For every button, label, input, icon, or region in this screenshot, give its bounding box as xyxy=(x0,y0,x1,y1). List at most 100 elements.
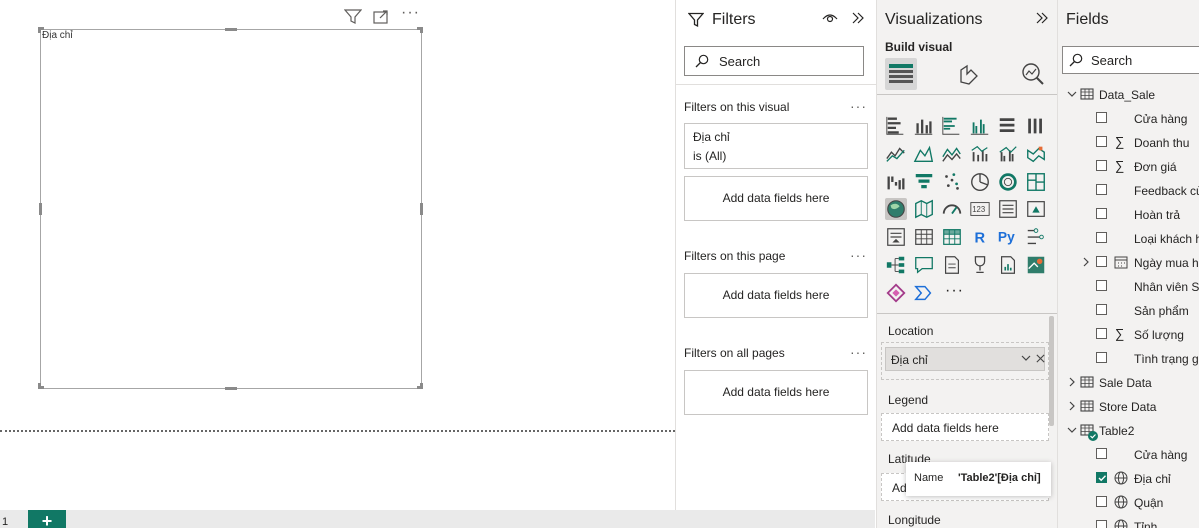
field-checkbox[interactable] xyxy=(1096,472,1107,483)
more-icon[interactable]: ··· xyxy=(850,247,867,263)
field-item-quan[interactable]: Quận xyxy=(1058,490,1199,514)
build-visual-tab[interactable] xyxy=(885,58,917,90)
remove-field-icon[interactable] xyxy=(1035,351,1046,369)
paginated-report-icon[interactable] xyxy=(997,254,1019,276)
location-well[interactable]: Địa chỉ xyxy=(881,342,1049,380)
field-item-cua-hang[interactable]: Cửa hàng xyxy=(1058,106,1199,130)
eye-icon[interactable] xyxy=(822,12,838,30)
field-checkbox[interactable] xyxy=(1096,160,1107,171)
resize-handle-right[interactable] xyxy=(420,203,423,215)
collapse-visualizations-icon[interactable] xyxy=(1035,11,1049,30)
qa-icon[interactable] xyxy=(913,254,935,276)
field-item-cua-hang[interactable]: Cửa hàng xyxy=(1058,442,1199,466)
filled-map-icon[interactable] xyxy=(913,198,935,220)
chevron-down-icon[interactable] xyxy=(1020,351,1032,369)
card-icon[interactable]: 123 xyxy=(969,198,991,220)
funnel-icon[interactable] xyxy=(913,171,935,193)
field-item-hoan-tra[interactable]: Hoàn trả xyxy=(1058,202,1199,226)
field-item-dia-chi[interactable]: Địa chỉ xyxy=(1058,466,1199,490)
key-influencers-icon[interactable] xyxy=(1025,226,1047,248)
azure-map-icon[interactable] xyxy=(1025,254,1047,276)
field-checkbox[interactable] xyxy=(1096,352,1107,363)
field-item-so-luong[interactable]: ∑ Số lượng xyxy=(1058,322,1199,346)
field-item-nhan-vien-sa[interactable]: Nhân viên Sa xyxy=(1058,274,1199,298)
field-checkbox[interactable] xyxy=(1096,184,1107,195)
field-checkbox[interactable] xyxy=(1096,448,1107,459)
add-report-filter-field[interactable]: Add data fields here xyxy=(684,370,868,415)
clustered-bar-icon[interactable] xyxy=(941,115,963,137)
smart-narrative-icon[interactable] xyxy=(941,254,963,276)
filters-search-input[interactable]: Search xyxy=(684,46,864,76)
metrics-icon[interactable] xyxy=(969,254,991,276)
field-checkbox[interactable] xyxy=(1096,208,1107,219)
field-checkbox[interactable] xyxy=(1096,304,1107,315)
field-checkbox[interactable] xyxy=(1096,136,1107,147)
more-icon[interactable]: ··· xyxy=(850,98,867,114)
more-visuals-icon[interactable]: ··· xyxy=(945,282,964,300)
field-item-tinh[interactable]: Tỉnh xyxy=(1058,514,1199,528)
matrix-icon[interactable] xyxy=(941,226,963,248)
chevron-right-icon[interactable] xyxy=(1080,256,1092,271)
decomposition-tree-icon[interactable] xyxy=(885,254,907,276)
table-row-table2[interactable]: Table2 xyxy=(1058,418,1199,442)
resize-handle-tr-v[interactable] xyxy=(420,27,423,33)
focus-mode-icon[interactable] xyxy=(373,9,389,28)
slicer-icon[interactable] xyxy=(885,226,907,248)
add-page-filter-field[interactable]: Add data fields here xyxy=(684,273,868,318)
chevron-down-icon[interactable] xyxy=(1066,88,1078,103)
100-stacked-bar-icon[interactable] xyxy=(997,115,1019,137)
field-checkbox[interactable] xyxy=(1096,280,1107,291)
donut-chart-icon[interactable] xyxy=(997,171,1019,193)
add-visual-filter-field[interactable]: Add data fields here xyxy=(684,176,868,221)
table-row-sale-data[interactable]: Sale Data xyxy=(1058,370,1199,394)
wells-scrollbar[interactable] xyxy=(1049,316,1054,426)
map-icon[interactable] xyxy=(885,198,907,220)
more-icon[interactable]: ··· xyxy=(850,344,867,360)
resize-handle-tl-v[interactable] xyxy=(38,27,41,33)
resize-handle-br-v[interactable] xyxy=(420,383,423,389)
100-stacked-column-icon[interactable] xyxy=(1025,115,1047,137)
field-checkbox[interactable] xyxy=(1096,256,1107,267)
power-automate-icon[interactable] xyxy=(913,282,935,304)
more-options-icon[interactable]: ··· xyxy=(401,4,420,22)
line-column-icon[interactable] xyxy=(969,143,991,165)
table-icon[interactable] xyxy=(913,226,935,248)
filter-card-dia-chi[interactable]: Địa chỉ is (All) xyxy=(684,123,868,169)
format-visual-icon[interactable] xyxy=(957,62,981,91)
power-apps-icon[interactable] xyxy=(885,282,907,304)
field-checkbox[interactable] xyxy=(1096,232,1107,243)
chevron-right-icon[interactable] xyxy=(1066,376,1078,391)
field-item-loai-khach-h[interactable]: Loại khách h xyxy=(1058,226,1199,250)
scatter-icon[interactable] xyxy=(941,171,963,193)
chevron-right-icon[interactable] xyxy=(1066,400,1078,415)
multi-row-card-icon[interactable] xyxy=(997,198,1019,220)
pie-chart-icon[interactable] xyxy=(969,171,991,193)
field-item-doanh-thu[interactable]: ∑ Doanh thu xyxy=(1058,130,1199,154)
field-checkbox[interactable] xyxy=(1096,328,1107,339)
stacked-area-icon[interactable] xyxy=(941,143,963,165)
field-item-tinh-trang-gi[interactable]: Tình trạng gi xyxy=(1058,346,1199,370)
clustered-column-icon[interactable] xyxy=(969,115,991,137)
field-checkbox[interactable] xyxy=(1096,112,1107,123)
kpi-icon[interactable] xyxy=(1025,198,1047,220)
resize-handle-bottom[interactable] xyxy=(225,387,237,390)
legend-well[interactable]: Add data fields here xyxy=(881,413,1049,441)
python-visual-icon[interactable]: Py xyxy=(997,226,1019,248)
stacked-column-icon[interactable] xyxy=(913,115,935,137)
area-chart-icon[interactable] xyxy=(913,143,935,165)
field-checkbox[interactable] xyxy=(1096,520,1107,528)
gauge-icon[interactable] xyxy=(941,198,963,220)
field-checkbox[interactable] xyxy=(1096,496,1107,507)
resize-handle-bl-v[interactable] xyxy=(38,383,41,389)
line-chart-icon[interactable] xyxy=(885,143,907,165)
chevron-down-icon[interactable] xyxy=(1066,424,1078,439)
filter-icon[interactable] xyxy=(343,9,363,28)
report-canvas[interactable]: ··· Địa chỉ xyxy=(0,0,675,510)
location-field-pill[interactable]: Địa chỉ xyxy=(885,347,1045,371)
waterfall-icon[interactable] xyxy=(885,171,907,193)
fields-search-input[interactable]: Search xyxy=(1062,46,1199,74)
r-visual-icon[interactable]: R xyxy=(969,226,991,248)
resize-handle-top[interactable] xyxy=(225,28,237,31)
treemap-icon[interactable] xyxy=(1025,171,1047,193)
table-row-store-data[interactable]: Store Data xyxy=(1058,394,1199,418)
